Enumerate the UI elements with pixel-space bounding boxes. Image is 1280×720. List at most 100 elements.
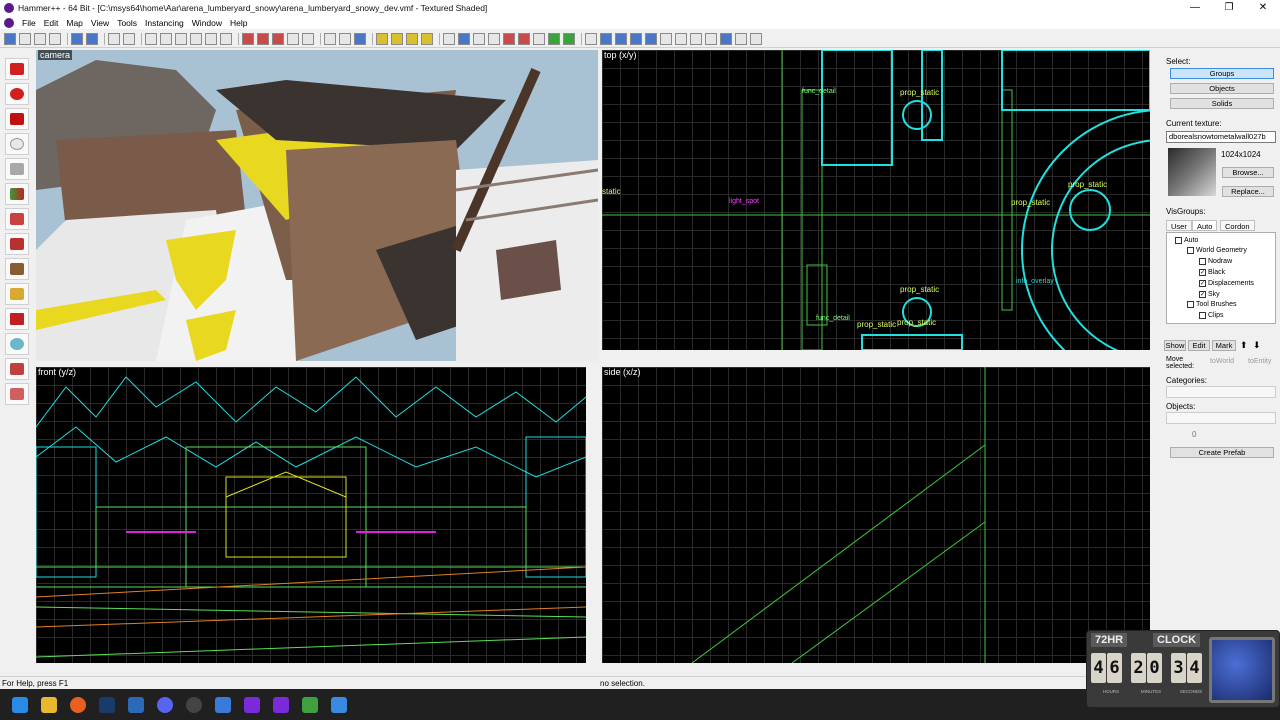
flip-vertical-icon[interactable] <box>675 32 687 45</box>
hammer2-icon[interactable] <box>273 696 289 713</box>
obs-icon[interactable] <box>186 696 202 713</box>
toggle-decals-icon[interactable] <box>421 32 433 45</box>
menu-view[interactable]: View <box>87 18 113 28</box>
group-icon[interactable] <box>86 32 98 45</box>
checkbox-icon[interactable]: ✓ <box>1199 268 1206 276</box>
run-map-icon[interactable] <box>503 32 515 45</box>
sprinkle-tool-icon[interactable] <box>5 358 29 380</box>
toggle-models-icon[interactable] <box>406 32 418 45</box>
groups-button[interactable]: Groups <box>1170 68 1274 79</box>
texture-select[interactable]: dborealsnowtometalwall027b <box>1166 131 1276 143</box>
visgroup-item[interactable]: ✓ Displacements <box>1199 278 1254 288</box>
solids-button[interactable]: Solids <box>1170 98 1274 109</box>
vertex-icon[interactable] <box>242 32 254 45</box>
sound-icon[interactable] <box>563 32 575 45</box>
hammer-icon[interactable] <box>244 696 260 713</box>
tab-auto[interactable]: Auto <box>1192 220 1218 231</box>
visgroup-item[interactable]: World Geometry <box>1187 246 1247 256</box>
browse-button[interactable]: Browse... <box>1222 167 1274 178</box>
selection-tool-icon[interactable] <box>5 58 29 80</box>
tab-user[interactable]: User <box>1166 220 1192 231</box>
objects-select[interactable] <box>1166 412 1276 424</box>
flip-depth-icon[interactable] <box>690 32 702 45</box>
menu-window[interactable]: Window <box>188 18 226 28</box>
menu-tools[interactable]: Tools <box>113 18 141 28</box>
checkbox-icon[interactable]: ✓ <box>1199 279 1206 287</box>
clip-tool-icon[interactable] <box>5 283 29 305</box>
windows-icon[interactable] <box>12 696 28 713</box>
show-icon[interactable] <box>205 32 217 45</box>
compile-icon[interactable] <box>518 32 530 45</box>
texture-tool-icon[interactable] <box>5 183 29 205</box>
toggle-texture-icon[interactable] <box>376 32 388 45</box>
magnify-tool-icon[interactable] <box>5 83 29 105</box>
rotate-icon[interactable] <box>705 32 717 45</box>
visgroup-item[interactable]: ✓ Black <box>1199 267 1225 277</box>
toggle-helpers-icon[interactable] <box>391 32 403 45</box>
app-icon[interactable] <box>331 696 347 713</box>
portal-icon[interactable] <box>750 32 762 45</box>
menu-help[interactable]: Help <box>226 18 251 28</box>
arrow-up-icon[interactable]: ⬆ <box>1240 340 1248 351</box>
block-tool-icon[interactable] <box>5 158 29 180</box>
decal-tool-icon[interactable] <box>5 233 29 255</box>
copy-icon[interactable] <box>160 32 172 45</box>
align-bottom-icon[interactable] <box>645 32 657 45</box>
decal-icon[interactable] <box>272 32 284 45</box>
paste-special-icon[interactable] <box>354 32 366 45</box>
selection-box-icon[interactable] <box>443 32 455 45</box>
hollow-icon[interactable] <box>220 32 232 45</box>
flip-horizontal-icon[interactable] <box>660 32 672 45</box>
to-world-button[interactable]: toWorld <box>1210 358 1234 365</box>
scissors-icon[interactable] <box>324 32 336 45</box>
edit-button[interactable]: Edit <box>1188 340 1210 351</box>
checkbox-icon[interactable] <box>1199 258 1206 266</box>
visgroup-item[interactable]: Tool Brushes <box>1187 300 1236 310</box>
visgroup-item[interactable]: Clips <box>1199 311 1224 321</box>
to-entity-button[interactable]: toEntity <box>1248 358 1271 365</box>
clip-icon[interactable] <box>257 32 269 45</box>
create-prefab-button[interactable]: Create Prefab <box>1170 447 1274 458</box>
cordon-tool-icon[interactable] <box>5 383 29 405</box>
carve-icon[interactable] <box>71 32 83 45</box>
checkbox-icon[interactable] <box>1199 312 1206 320</box>
tab-cordon[interactable]: Cordon <box>1220 220 1255 231</box>
properties-icon[interactable] <box>735 32 747 45</box>
close-button[interactable]: ✕ <box>1246 0 1280 16</box>
undo-icon[interactable] <box>108 32 120 45</box>
align-left-icon[interactable] <box>600 32 612 45</box>
discord-icon[interactable] <box>157 696 173 713</box>
visgroup-tree[interactable]: Auto World Geometry Nodraw ✓ Black ✓ Displacem… <box>1166 232 1276 324</box>
paste-icon[interactable] <box>175 32 187 45</box>
auto-visgroup-icon[interactable] <box>585 32 597 45</box>
vscode-icon[interactable] <box>128 696 144 713</box>
duplicate-icon[interactable] <box>339 32 351 45</box>
camera-tool-icon[interactable] <box>5 108 29 130</box>
apply-texture-icon[interactable] <box>5 208 29 230</box>
ignore-groups-icon[interactable] <box>458 32 470 45</box>
visgroup-item[interactable]: ✓ Sky <box>1199 289 1220 299</box>
front-viewport[interactable]: front (y/z) <box>36 367 586 663</box>
visgroup-item[interactable]: Auto <box>1175 235 1198 245</box>
objects-button[interactable]: Objects <box>1170 83 1274 94</box>
entity-report-icon[interactable] <box>473 32 485 45</box>
camera-viewport[interactable]: camera <box>36 50 598 361</box>
menu-instancing[interactable]: Instancing <box>141 18 188 28</box>
menu-edit[interactable]: Edit <box>40 18 63 28</box>
categories-select[interactable] <box>1166 386 1276 398</box>
menu-file[interactable]: File <box>18 18 40 28</box>
vertex-tool-icon[interactable] <box>5 308 29 330</box>
m-icon[interactable] <box>215 696 231 713</box>
firefox-icon[interactable] <box>70 696 86 713</box>
transform-icon[interactable] <box>720 32 732 45</box>
folder-icon[interactable] <box>41 696 57 713</box>
minimize-button[interactable]: — <box>1178 0 1212 16</box>
cordon-icon[interactable] <box>548 32 560 45</box>
top-viewport[interactable]: top (x/y) prop_static func_detail light_… <box>602 50 1150 350</box>
grid-dots-icon[interactable] <box>34 32 46 45</box>
entity-tool-icon[interactable] <box>5 133 29 155</box>
align-top-icon[interactable] <box>630 32 642 45</box>
count-field[interactable]: 0 <box>1192 430 1196 439</box>
mark-button[interactable]: Mark <box>1212 340 1236 351</box>
uv-lock-icon[interactable] <box>302 32 314 45</box>
